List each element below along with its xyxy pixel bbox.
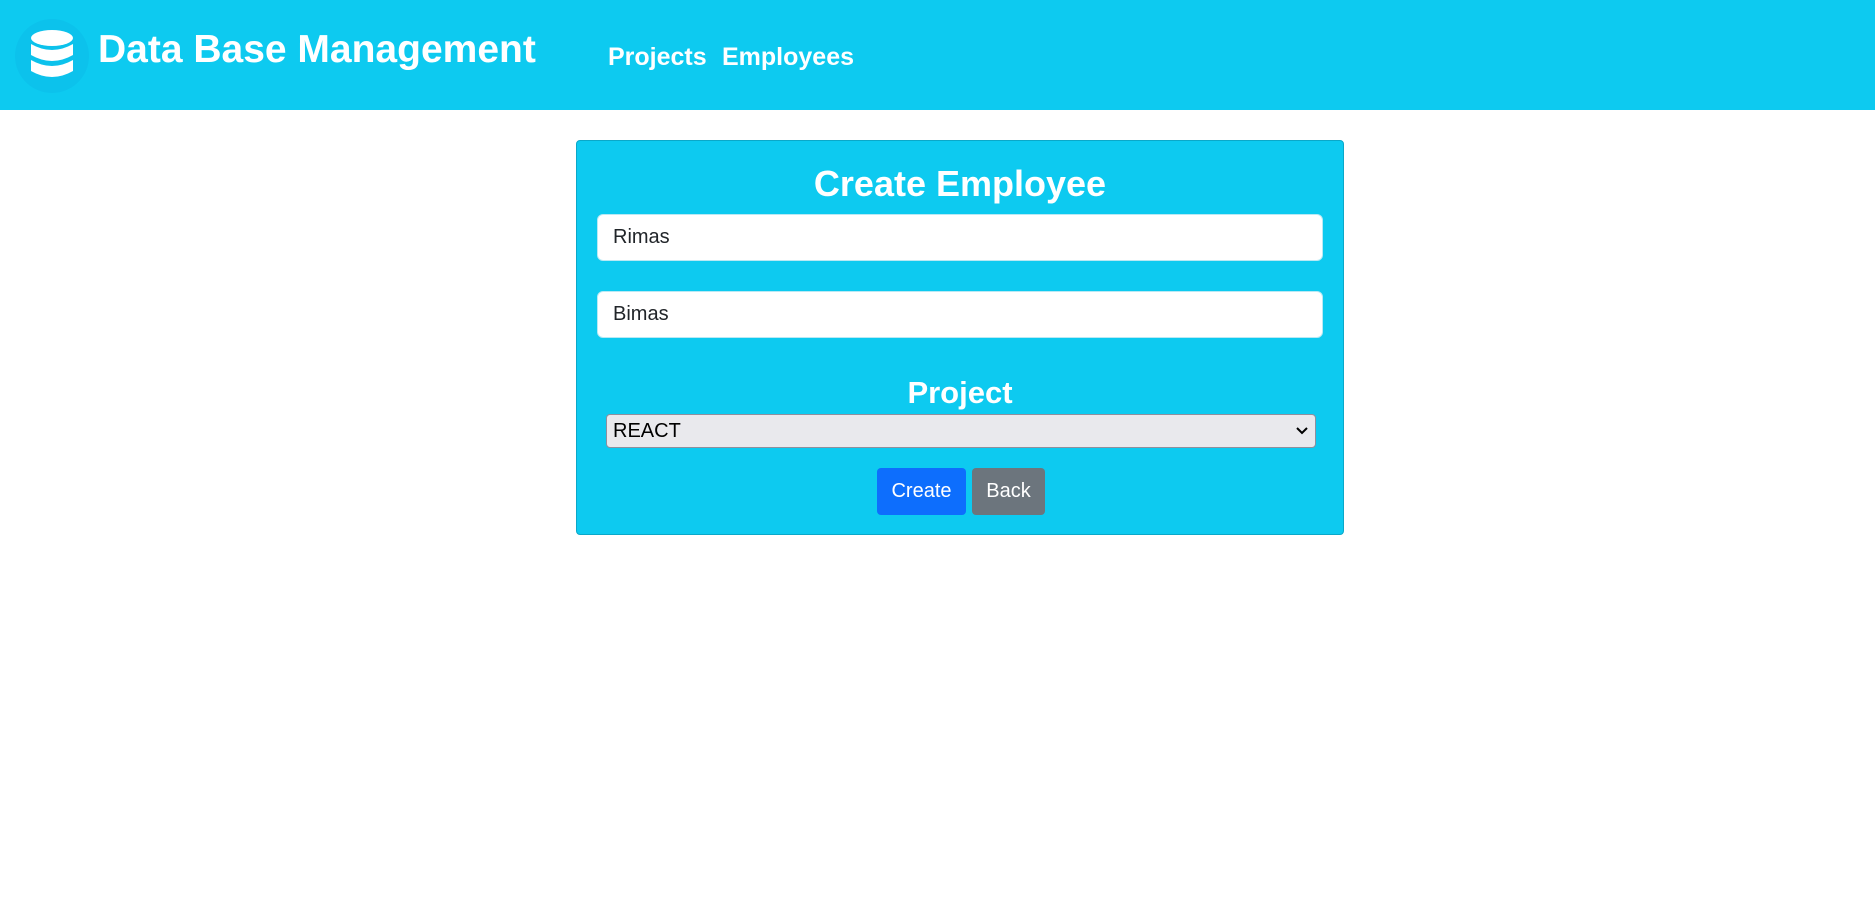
- database-icon: [15, 19, 89, 93]
- create-button[interactable]: Create: [877, 468, 966, 515]
- project-select-value: REACT: [613, 419, 681, 442]
- top-navbar: Data Base Management Projects Employees: [0, 0, 1875, 110]
- create-employee-card: Create Employee Project REACT Create Bac…: [576, 140, 1344, 535]
- first-name-input[interactable]: [597, 214, 1323, 261]
- project-label: Project: [907, 375, 1013, 410]
- nav-link-employees[interactable]: Employees: [722, 40, 854, 74]
- last-name-input[interactable]: [597, 291, 1323, 338]
- brand-title: Data Base Management: [98, 28, 536, 71]
- form-title: Create Employee: [813, 163, 1107, 204]
- project-select[interactable]: REACT: [606, 414, 1316, 448]
- chevron-down-icon: [1295, 424, 1309, 438]
- back-button[interactable]: Back: [972, 468, 1045, 515]
- nav-link-projects[interactable]: Projects: [608, 40, 707, 74]
